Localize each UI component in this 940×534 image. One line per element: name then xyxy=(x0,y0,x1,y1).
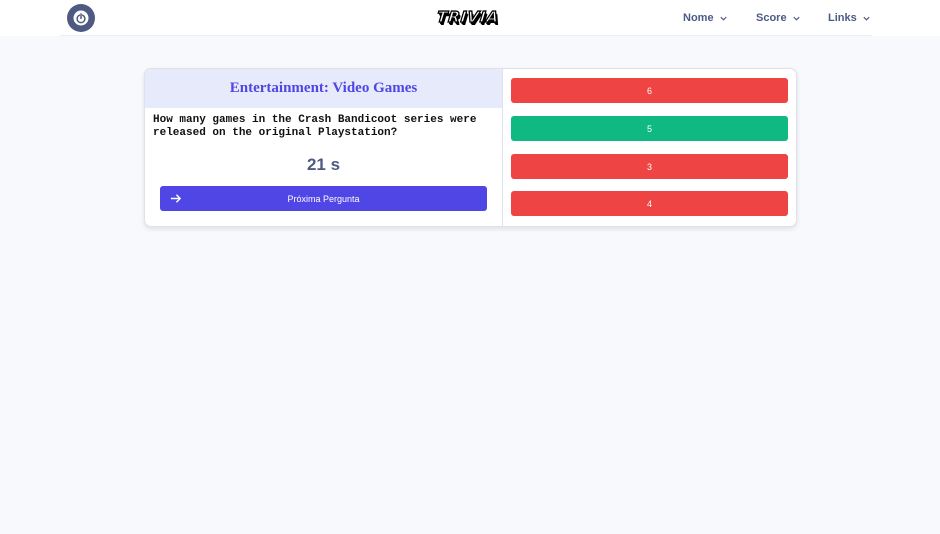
nav-menu-links[interactable]: Links xyxy=(828,0,871,36)
question-pane: Entertainment: Video Games How many game… xyxy=(145,69,503,226)
timer: 21 s xyxy=(306,155,341,174)
nav-menu-score[interactable]: Score xyxy=(756,0,801,36)
answer-label: 6 xyxy=(646,85,652,96)
answers-pane: 6 5 3 4 xyxy=(503,69,796,226)
category-header: Entertainment: Video Games xyxy=(145,69,502,108)
chevron-down-icon xyxy=(863,16,870,21)
logo-text: TRIVIA xyxy=(435,7,501,26)
answer-button[interactable]: 5 xyxy=(511,116,788,141)
chevron-down-icon xyxy=(792,16,800,21)
power-icon xyxy=(73,10,89,26)
navbar: TRIVIA Nome Score Links xyxy=(0,0,940,36)
nav-menu-label: Nome xyxy=(683,12,714,24)
nav-menu-nome[interactable]: Nome xyxy=(683,0,728,36)
trivia-logo[interactable]: TRIVIA xyxy=(435,6,501,28)
next-question-label: Próxima Pergunta xyxy=(287,193,360,204)
answer-label: 5 xyxy=(646,123,652,134)
answer-button[interactable]: 4 xyxy=(511,191,788,216)
question-text: How many games in the Crash Bandicoot se… xyxy=(153,114,477,139)
power-button[interactable] xyxy=(67,4,95,32)
navbar-inner: TRIVIA Nome Score Links xyxy=(60,0,872,36)
nav-menu-label: Score xyxy=(756,12,787,24)
category-title: Entertainment: Video Games xyxy=(229,80,418,96)
answer-label: 4 xyxy=(646,198,652,209)
answer-button[interactable]: 6 xyxy=(511,78,788,103)
chevron-down-icon xyxy=(719,16,727,21)
question-card: Entertainment: Video Games How many game… xyxy=(144,68,797,227)
answer-label: 3 xyxy=(646,161,652,172)
next-question-button[interactable]: Próxima Pergunta xyxy=(160,186,487,211)
arrow-right-icon xyxy=(170,194,182,203)
nav-menu-label: Links xyxy=(828,12,857,24)
answer-button[interactable]: 3 xyxy=(511,154,788,179)
